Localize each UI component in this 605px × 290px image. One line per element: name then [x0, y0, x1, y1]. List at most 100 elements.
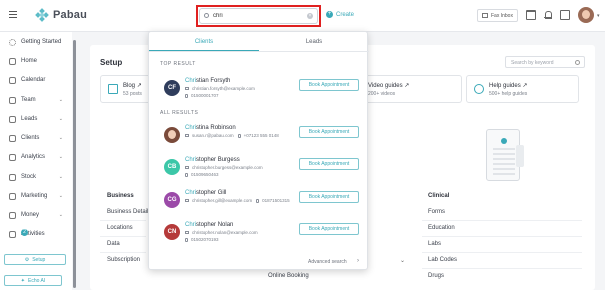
sidebar-item-label: Analytics — [21, 154, 46, 160]
leads-icon — [9, 115, 16, 123]
activities-icon: 2 — [9, 228, 28, 238]
money-icon — [9, 211, 16, 219]
tab-leads[interactable]: Leads — [259, 39, 369, 51]
search-input[interactable] — [213, 11, 303, 21]
subscription-link[interactable]: Subscription — [107, 257, 140, 263]
sidebar-item-analytics[interactable]: Analytics ⌄ — [0, 149, 72, 165]
calendar-icon[interactable] — [526, 10, 536, 20]
external-link-icon: ↗ — [522, 83, 528, 89]
client-name[interactable]: Christina Robinson — [185, 125, 236, 131]
lab-codes-link[interactable]: Lab Codes — [428, 257, 457, 263]
sidebar-item-home[interactable]: Home — [0, 53, 72, 69]
result-row[interactable]: CG Christopher Gill christopher.gill@exa… — [149, 190, 369, 220]
document-icon[interactable] — [560, 10, 570, 20]
book-appointment-button[interactable]: Book Appointment — [299, 79, 359, 91]
help-icon — [474, 84, 484, 94]
user-avatar[interactable] — [578, 7, 594, 23]
result-row[interactable]: CN Christopher Nolan christopher.nolan@e… — [149, 222, 369, 252]
top-result-heading: TOP RESULT — [160, 61, 196, 67]
forms-link[interactable]: Forms — [428, 209, 445, 215]
business-details-link[interactable]: Business Details — [107, 209, 151, 215]
video-guides-card[interactable]: Video guides ↗ 200+ videos — [362, 75, 462, 103]
team-icon — [9, 96, 16, 104]
sidebar-item-marketing[interactable]: Marketing ⌄ — [0, 188, 72, 204]
sidebar-item-stock[interactable]: Stock ⌄ — [0, 169, 72, 185]
bell-icon[interactable] — [543, 10, 553, 20]
divider — [100, 236, 146, 237]
logo[interactable]: Pabau — [35, 8, 87, 22]
all-results-heading: ALL RESULTS — [160, 110, 199, 116]
setup-label: Setup — [32, 256, 46, 263]
active-tab-indicator — [149, 50, 259, 51]
client-contact: susan.r@pabau.com +07123 555 0148 — [185, 133, 279, 138]
keyword-search-input[interactable]: Search by keyword — [505, 56, 585, 68]
sidebar-item-activities[interactable]: 2 Activities — [0, 226, 72, 242]
menu-icon[interactable] — [9, 11, 17, 18]
data-link[interactable]: Data — [107, 241, 120, 247]
sidebar-item-label: Leads — [21, 116, 38, 122]
client-avatar: CB — [164, 159, 180, 175]
locations-link[interactable]: Locations — [107, 225, 133, 231]
book-appointment-button[interactable]: Book Appointment — [299, 158, 359, 170]
result-row[interactable]: CB Christopher Burgess christopher.burge… — [149, 157, 369, 187]
chevron-down-icon[interactable]: ⌄ — [400, 257, 405, 264]
sidebar-scrollbar[interactable] — [73, 40, 76, 288]
phone-icon — [256, 198, 260, 203]
chevron-right-icon[interactable]: › — [357, 258, 359, 264]
client-name[interactable]: Christopher Burgess — [185, 157, 240, 163]
sidebar-item-clients[interactable]: Clients ⌄ — [0, 130, 72, 146]
blog-card[interactable]: Blog ↗ 53 posts — [100, 75, 152, 103]
mail-icon — [185, 166, 189, 169]
home-icon — [9, 57, 16, 65]
result-row[interactable]: Christina Robinson susan.r@pabau.com +071… — [149, 125, 369, 155]
fax-inbox-label: Fax Inbox — [491, 12, 513, 19]
labs-link[interactable]: Labs — [428, 241, 441, 247]
global-search[interactable]: × — [199, 8, 318, 24]
sidebar-item-getting-started[interactable]: Getting Started — [0, 34, 72, 50]
book-appointment-button[interactable]: Book Appointment — [299, 126, 359, 138]
client-name[interactable]: Christian Forsyth — [185, 78, 230, 84]
mail-icon — [185, 87, 189, 90]
client-avatar: CN — [164, 224, 180, 240]
activities-badge: 2 — [21, 228, 28, 236]
book-appointment-button[interactable]: Book Appointment — [299, 191, 359, 203]
book-appointment-button[interactable]: Book Appointment — [299, 223, 359, 235]
mail-icon — [185, 134, 189, 137]
clients-icon — [9, 134, 16, 142]
sidebar-item-leads[interactable]: Leads ⌄ — [0, 111, 72, 127]
sidebar-item-team[interactable]: Team ⌄ — [0, 92, 72, 108]
chevron-down-icon: ⌄ — [58, 116, 63, 122]
create-button[interactable]: + Create — [326, 11, 354, 18]
calendar-icon — [9, 76, 16, 84]
video-guides-title: Video guides ↗ — [368, 83, 410, 89]
client-contact: christopher.gill@example.com 01871501315 — [185, 198, 290, 203]
sidebar-item-label: Clients — [21, 135, 40, 141]
echo-ai-label: Echo AI — [27, 277, 46, 284]
help-guides-card[interactable]: Help guides ↗ 500+ help guides — [466, 75, 579, 103]
client-email: christian.forsyth@example.com — [185, 86, 255, 91]
setup-button[interactable]: ⚙ Setup — [4, 254, 66, 265]
clear-search-icon[interactable]: × — [307, 13, 313, 19]
chevron-down-icon: ⌄ — [58, 212, 63, 218]
top-result-row[interactable]: CF Christian Forsyth christian.forsyth@e… — [149, 78, 369, 108]
divider — [422, 220, 582, 221]
client-name[interactable]: Christopher Gill — [185, 190, 226, 196]
sidebar-item-label: Money — [21, 212, 40, 218]
sidebar-item-label: Calendar — [21, 77, 46, 83]
sidebar-item-money[interactable]: Money ⌄ — [0, 207, 72, 223]
phone-icon — [185, 237, 188, 242]
pencil-icon — [108, 84, 118, 94]
client-name[interactable]: Christopher Nolan — [185, 222, 233, 228]
online-booking-link[interactable]: Online Booking — [268, 273, 309, 279]
sidebar-item-calendar[interactable]: Calendar — [0, 72, 72, 88]
fax-inbox-button[interactable]: Fax Inbox — [477, 9, 518, 22]
advanced-search-link[interactable]: Advanced search — [308, 259, 347, 265]
echo-ai-button[interactable]: ✦ Echo AI — [4, 275, 62, 286]
education-link[interactable]: Education — [428, 225, 455, 231]
drugs-link[interactable]: Drugs — [428, 273, 444, 279]
video-guides-subtitle: 200+ videos — [368, 91, 396, 97]
clinical-heading: Clinical — [428, 193, 450, 199]
chevron-down-icon: ⌄ — [58, 97, 63, 103]
client-phone: 01509650463 — [185, 172, 219, 177]
chevron-down-icon[interactable]: ▾ — [597, 13, 600, 19]
